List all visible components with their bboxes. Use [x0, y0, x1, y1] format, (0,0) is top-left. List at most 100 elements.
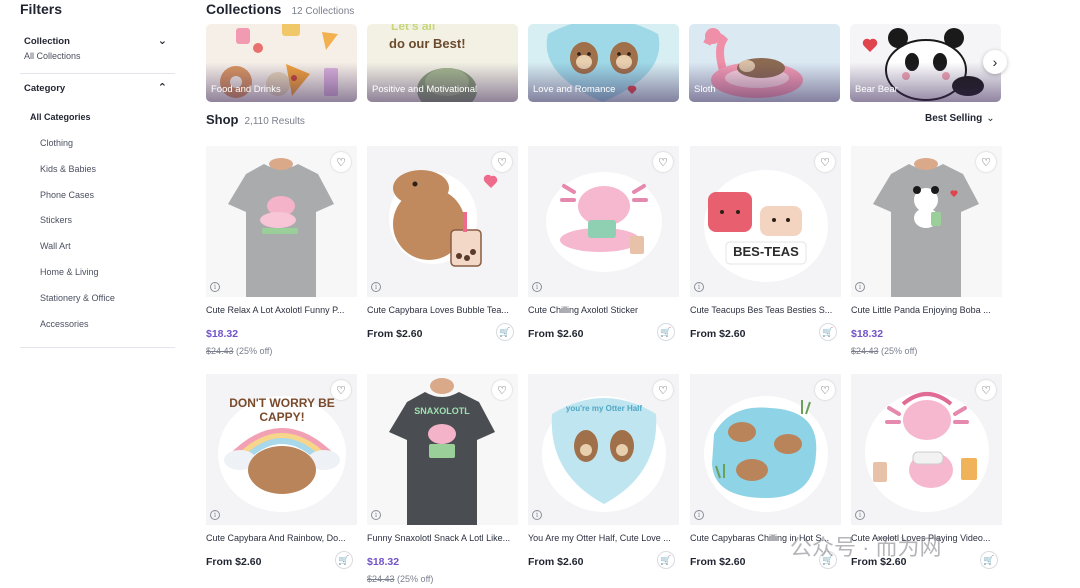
category-filter[interactable]: Category ⌃: [20, 82, 175, 94]
info-icon[interactable]: i: [210, 510, 220, 520]
info-icon[interactable]: i: [694, 510, 704, 520]
collection-card-shade: [367, 62, 518, 102]
product-title[interactable]: Cute Capybara And Rainbow, Do...: [206, 533, 357, 545]
category-filter-label: Category: [24, 83, 66, 94]
cart-icon[interactable]: 🛒: [980, 551, 998, 569]
heart-icon[interactable]: ♡: [815, 380, 835, 400]
product-old-price-row: $24.43 (25% off): [367, 574, 518, 584]
product-image[interactable]: ♡ i: [367, 146, 518, 297]
category-item-stickers[interactable]: Stickers: [40, 215, 115, 241]
collections-count: 12 Collections: [291, 6, 355, 17]
collection-filter-header: Collection ⌄: [20, 35, 175, 47]
heart-icon[interactable]: ♡: [331, 152, 351, 172]
product-title[interactable]: Cute Capybara Loves Bubble Tea...: [367, 305, 518, 317]
product-image[interactable]: SNAXOLOTL ♡ i: [367, 374, 518, 525]
chevron-right-icon[interactable]: ›: [983, 50, 1007, 74]
heart-icon[interactable]: ♡: [815, 152, 835, 172]
product-card[interactable]: DON'T WORRY BE CAPPY! ♡ i Cute Capybara …: [206, 374, 357, 569]
collection-card-shade: [206, 62, 357, 102]
category-all[interactable]: All Categories: [30, 112, 91, 122]
cart-icon[interactable]: 🛒: [496, 323, 514, 341]
heart-icon[interactable]: ♡: [976, 380, 996, 400]
product-image[interactable]: you're my Otter Half ♡ i: [528, 374, 679, 525]
category-item-kids-babies[interactable]: Kids & Babies: [40, 164, 115, 190]
product-discount: (25% off): [881, 346, 918, 356]
category-item-stationery-office[interactable]: Stationery & Office: [40, 293, 115, 319]
info-icon[interactable]: i: [371, 510, 381, 520]
category-item-phone-cases[interactable]: Phone Cases: [40, 190, 115, 216]
collection-card-positive-motivational[interactable]: Let's all do our Best! Positive and Moti…: [367, 24, 518, 102]
product-title[interactable]: Cute Chilling Axolotl Sticker: [528, 305, 679, 317]
heart-icon[interactable]: ♡: [492, 152, 512, 172]
category-item-wall-art[interactable]: Wall Art: [40, 241, 115, 267]
collection-card-sloth[interactable]: Sloth: [689, 24, 840, 102]
product-image[interactable]: BES-TEAS ♡ i: [690, 146, 841, 297]
info-icon[interactable]: i: [371, 282, 381, 292]
info-icon[interactable]: i: [694, 282, 704, 292]
category-filter-header: Category ⌃: [20, 82, 175, 94]
product-image[interactable]: ♡ i: [851, 374, 1002, 525]
shop-title: Shop: [206, 112, 239, 127]
info-icon[interactable]: i: [532, 282, 542, 292]
cart-icon[interactable]: 🛒: [657, 323, 675, 341]
collection-card-label: Love and Romance: [533, 84, 616, 95]
heart-icon[interactable]: ♡: [653, 380, 673, 400]
divider: [20, 347, 175, 348]
collection-card-shade: [528, 62, 679, 102]
chevron-up-icon[interactable]: ⌃: [158, 82, 167, 94]
product-card[interactable]: you're my Otter Half ♡ i You Are my Otte…: [528, 374, 679, 569]
category-item-home-living[interactable]: Home & Living: [40, 267, 115, 293]
info-icon[interactable]: i: [210, 282, 220, 292]
cart-icon[interactable]: 🛒: [335, 551, 353, 569]
snaxolotl-art-text: SNAXOLOTL: [414, 406, 470, 416]
product-image[interactable]: ♡ i: [528, 146, 679, 297]
collections-header: Collections 12 Collections: [206, 1, 354, 17]
category-item-accessories[interactable]: Accessories: [40, 319, 115, 345]
filters-title: Filters: [20, 1, 63, 17]
product-card[interactable]: ♡ i Cute Capybara Loves Bubble Tea... Fr…: [367, 146, 518, 341]
motivational-art-text: do our Best!: [389, 36, 466, 51]
filters-sidebar: Filters Collection ⌄ All Collections Cat…: [0, 0, 180, 588]
product-old-price: $24.43: [206, 346, 234, 356]
sort-dropdown[interactable]: Best Selling ⌄: [925, 113, 995, 124]
product-title[interactable]: Cute Teacups Bes Teas Besties S...: [690, 305, 841, 317]
product-title[interactable]: You Are my Otter Half, Cute Love ...: [528, 533, 679, 545]
collections-title: Collections: [206, 1, 282, 17]
cart-icon[interactable]: 🛒: [657, 551, 675, 569]
product-image[interactable]: DON'T WORRY BE CAPPY! ♡ i: [206, 374, 357, 525]
collection-card-bear-bear[interactable]: Bear Bear: [850, 24, 1001, 102]
product-price: $18.32: [851, 328, 884, 340]
collection-filter[interactable]: Collection ⌄ All Collections: [20, 35, 175, 61]
product-card[interactable]: ♡ i Cute Little Panda Enjoying Boba ... …: [851, 146, 1002, 356]
collection-card-shade: [689, 62, 840, 102]
product-title[interactable]: Cute Relax A Lot Axolotl Funny P...: [206, 305, 357, 317]
product-card[interactable]: BES-TEAS ♡ i Cute Teacups Bes Teas Besti…: [690, 146, 841, 341]
watermark: 公众号 · 而为网: [790, 535, 942, 560]
product-old-price: $24.43: [367, 574, 395, 584]
info-icon[interactable]: i: [855, 282, 865, 292]
info-icon[interactable]: i: [855, 510, 865, 520]
product-title[interactable]: Funny Snaxolotl Snack A Lotl Like...: [367, 533, 518, 545]
product-image[interactable]: ♡ i: [206, 146, 357, 297]
category-item-clothing[interactable]: Clothing: [40, 138, 115, 164]
category-list: Clothing Kids & Babies Phone Cases Stick…: [40, 138, 115, 344]
product-card[interactable]: SNAXOLOTL ♡ i Funny Snaxolotl Snack A Lo…: [367, 374, 518, 584]
collection-card-food-drinks[interactable]: Food and Drinks: [206, 24, 357, 102]
info-icon[interactable]: i: [532, 510, 542, 520]
heart-icon[interactable]: ♡: [976, 152, 996, 172]
collection-card-love-romance[interactable]: Love and Romance: [528, 24, 679, 102]
heart-icon[interactable]: ♡: [331, 380, 351, 400]
cart-icon[interactable]: 🛒: [819, 323, 837, 341]
product-title[interactable]: Cute Little Panda Enjoying Boba ...: [851, 305, 1002, 317]
sort-label: Best Selling: [925, 113, 983, 124]
product-card[interactable]: ♡ i Cute Relax A Lot Axolotl Funny P... …: [206, 146, 357, 356]
chevron-down-icon[interactable]: ⌄: [158, 35, 167, 47]
product-image[interactable]: ♡ i: [690, 374, 841, 525]
product-old-price-row: $24.43 (25% off): [206, 346, 357, 356]
heart-icon[interactable]: ♡: [653, 152, 673, 172]
divider: [20, 73, 175, 74]
product-image[interactable]: ♡ i: [851, 146, 1002, 297]
heart-icon[interactable]: ♡: [492, 380, 512, 400]
product-card[interactable]: ♡ i Cute Chilling Axolotl Sticker From $…: [528, 146, 679, 341]
capybara-rainbow-art-text: DON'T WORRY BE CAPPY!: [229, 396, 335, 424]
